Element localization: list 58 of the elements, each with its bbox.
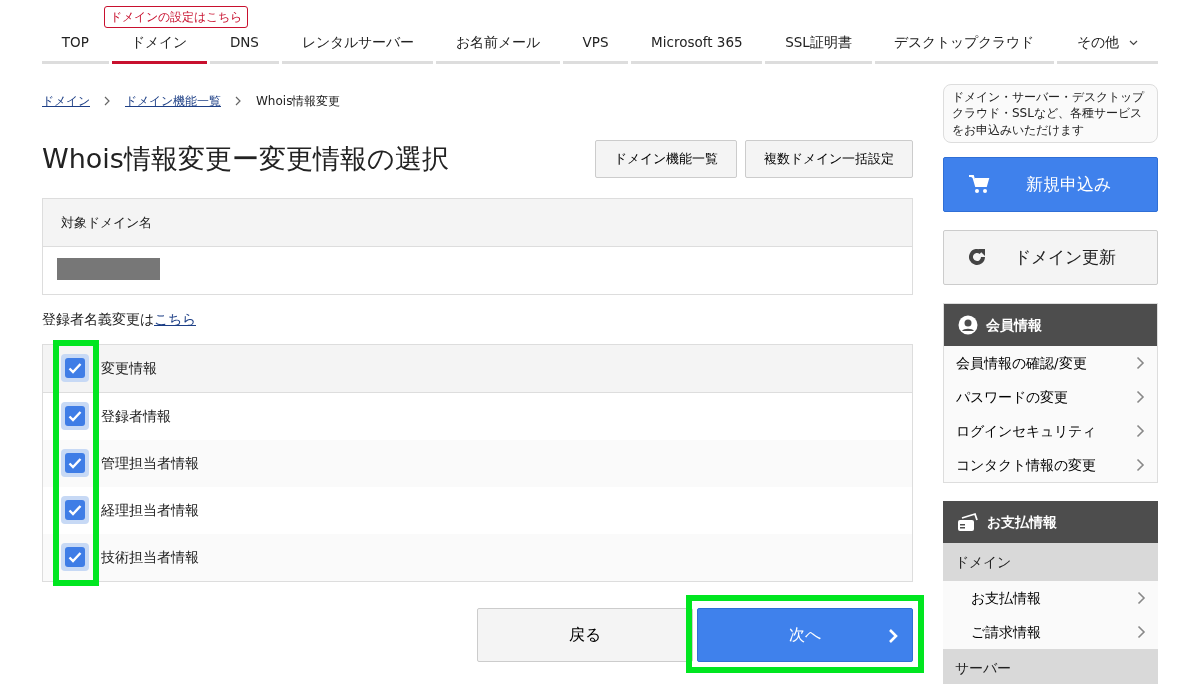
option-label: 登録者情報 <box>101 406 171 426</box>
option-label: 技術担当者情報 <box>101 547 199 567</box>
chevron-right-icon <box>1136 355 1145 370</box>
next-button[interactable]: 次へ <box>697 607 913 662</box>
chevron-right-icon <box>1136 457 1145 472</box>
apply-button[interactable]: 新規申込み <box>943 156 1158 212</box>
menu-group-label: ドメイン <box>943 542 1158 581</box>
speech-bubble: ドメイン・サーバー・デスクトップクラウド・SSLなど、各種サービスをお申込みいただけます <box>943 84 1158 143</box>
back-button[interactable]: 戻る <box>477 607 693 662</box>
menu-item[interactable]: ログインセキュリティ <box>944 413 1157 448</box>
column-heading: 変更情報 <box>101 358 157 378</box>
breadcrumb-separator-icon <box>104 96 111 107</box>
nav-tab[interactable]: SSL証明書 <box>765 28 872 65</box>
user-icon <box>958 314 978 335</box>
menu-item[interactable]: ご請求情報 <box>943 614 1158 649</box>
menu-item[interactable]: パスワードの変更 <box>944 379 1157 414</box>
nav-tab[interactable]: VPS <box>562 28 629 65</box>
chevron-right-icon <box>1137 590 1146 605</box>
menu-item[interactable]: お支払情報 <box>943 580 1158 615</box>
nav-tab[interactable]: ドメイン <box>111 28 208 65</box>
registrant-note: 登録者名義変更は こちら <box>42 310 197 330</box>
chevron-right-icon <box>1136 389 1145 404</box>
card-icon <box>957 511 979 532</box>
nav-tab[interactable]: お名前メール <box>436 28 560 65</box>
chevron-right-icon <box>1136 423 1145 438</box>
checkbox[interactable] <box>61 543 89 571</box>
nav-tab[interactable]: DNS <box>210 28 279 65</box>
chevron-right-icon <box>888 627 898 644</box>
option-label: 管理担当者情報 <box>101 453 199 473</box>
chevron-right-icon <box>1137 624 1146 639</box>
breadcrumb-link[interactable]: ドメイン <box>42 92 90 111</box>
breadcrumb-separator-icon <box>235 96 242 107</box>
breadcrumb-link[interactable]: ドメイン機能一覧 <box>125 92 221 111</box>
link[interactable]: こちら <box>154 311 196 328</box>
checkbox[interactable] <box>61 496 89 524</box>
menu-group-label: サーバー <box>943 648 1158 684</box>
renew-button[interactable]: ドメイン更新 <box>943 229 1158 285</box>
cart-icon <box>968 174 990 195</box>
nav-tab[interactable]: デスクトップクラウド <box>874 28 1055 65</box>
header-button[interactable]: 複数ドメイン一括設定 <box>745 140 913 178</box>
nav-tab[interactable]: その他 <box>1057 28 1158 65</box>
checkbox[interactable] <box>61 354 89 382</box>
header-button[interactable]: ドメイン機能一覧 <box>595 140 737 178</box>
tooltip: ドメインの設定はこちら <box>104 6 248 28</box>
menu-item[interactable]: コンタクト情報の変更 <box>944 447 1157 482</box>
section-title: お支払情報 <box>987 512 1057 532</box>
option-label: 経理担当者情報 <box>101 500 199 520</box>
checkbox[interactable] <box>61 402 89 430</box>
breadcrumb-current: Whois情報変更 <box>256 93 341 111</box>
panel-heading: 対象ドメイン名 <box>43 198 912 248</box>
page-title: Whois情報変更ー変更情報の選択 <box>42 142 449 176</box>
menu-item[interactable]: 会員情報の確認/変更 <box>944 345 1157 380</box>
checkbox[interactable] <box>61 449 89 477</box>
nav-tab[interactable]: レンタルサーバー <box>281 28 434 65</box>
nav-tab[interactable]: Microsoft 365 <box>631 28 763 65</box>
section-title: 会員情報 <box>986 315 1042 335</box>
caret-icon <box>1129 40 1139 46</box>
nav-tab[interactable]: TOP <box>42 28 109 65</box>
